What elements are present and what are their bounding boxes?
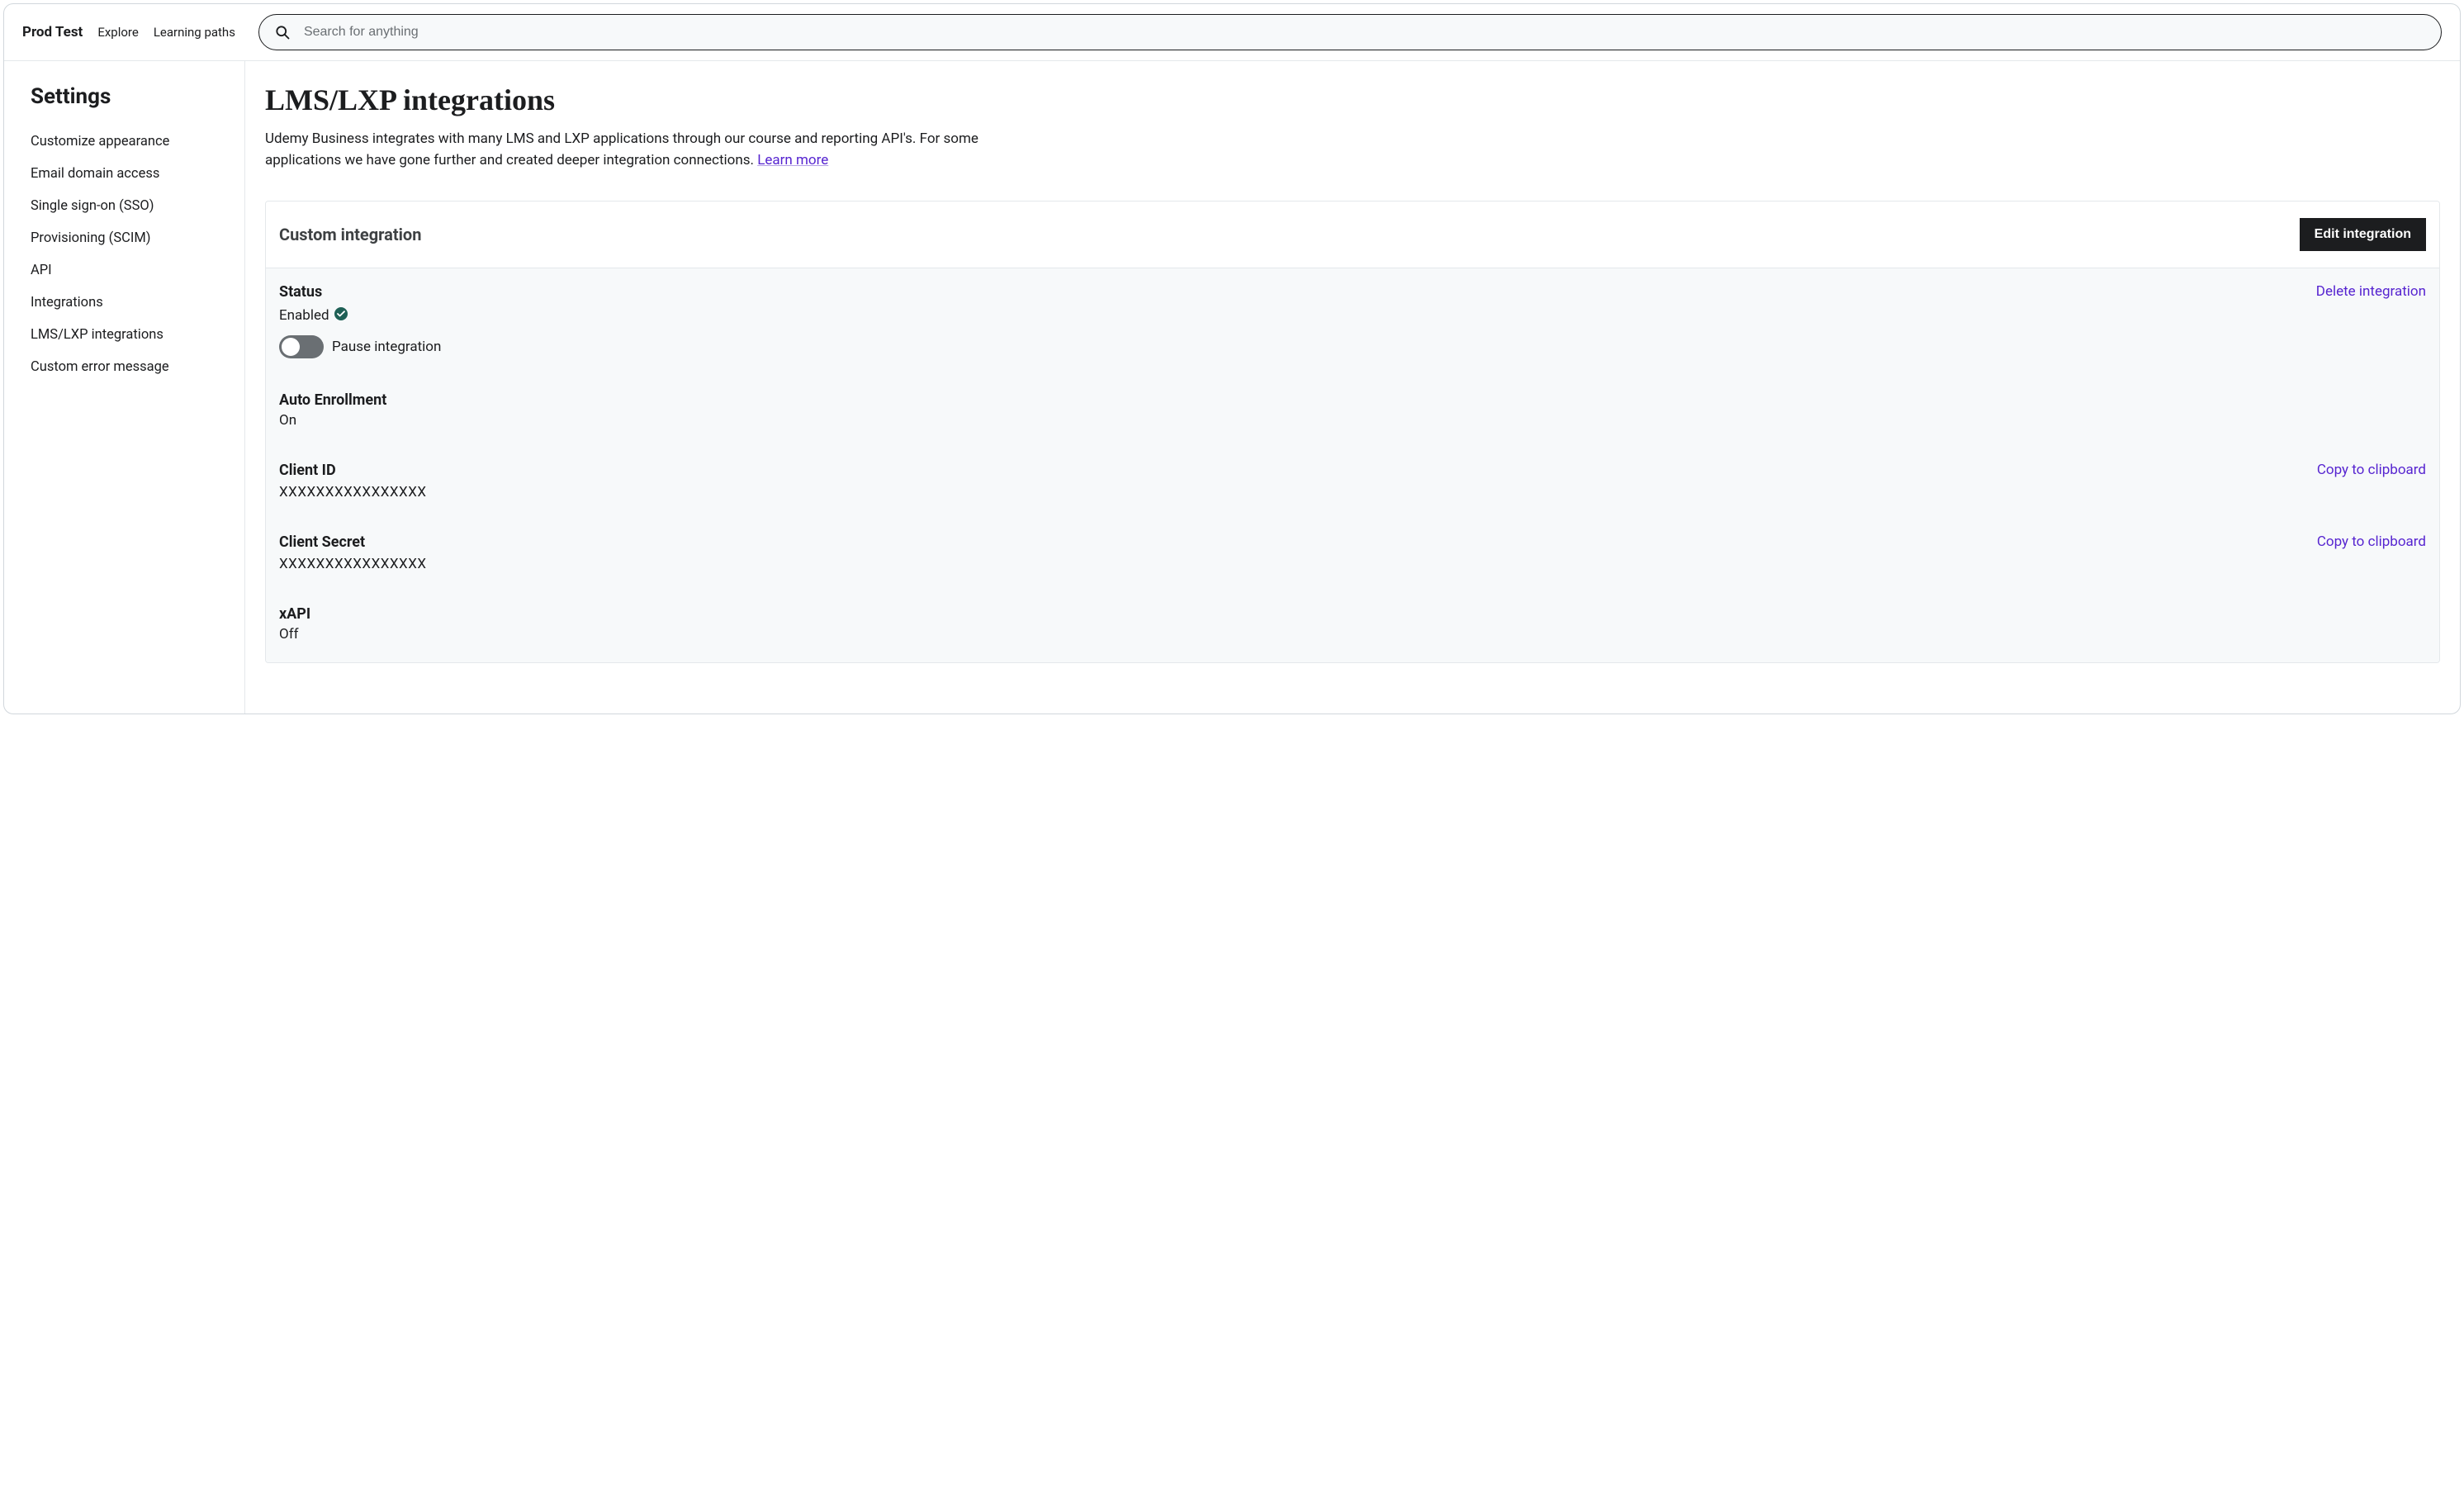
sidebar-item-custom-error-message[interactable]: Custom error message [4, 351, 244, 383]
sidebar-item-email-domain-access[interactable]: Email domain access [4, 158, 244, 190]
edit-integration-button[interactable]: Edit integration [2300, 218, 2426, 251]
page-title: LMS/LXP integrations [265, 83, 2440, 117]
pause-integration-toggle[interactable] [279, 335, 324, 358]
page-description: Udemy Business integrates with many LMS … [265, 129, 1041, 171]
xapi-section: xAPI Off [279, 605, 2426, 642]
auto-enrollment-label: Auto Enrollment [279, 391, 2426, 409]
delete-integration-link[interactable]: Delete integration [2316, 283, 2426, 300]
card-header: Custom integration Edit integration [266, 202, 2439, 268]
sidebar-title: Settings [4, 84, 244, 126]
client-id-section: Client ID XXXXXXXXXXXXXXXX Copy to clipb… [279, 462, 2426, 500]
search-bar[interactable] [258, 14, 2442, 50]
brand[interactable]: Prod Test [22, 24, 83, 40]
xapi-value: Off [279, 626, 2426, 642]
client-secret-value: XXXXXXXXXXXXXXXX [279, 556, 427, 572]
sidebar-item-customize-appearance[interactable]: Customize appearance [4, 126, 244, 158]
sidebar-item-sso[interactable]: Single sign-on (SSO) [4, 190, 244, 222]
check-circle-icon [334, 307, 348, 320]
integration-card: Custom integration Edit integration Stat… [265, 201, 2440, 663]
card-body: Status Enabled [266, 268, 2439, 662]
client-secret-label: Client Secret [279, 533, 427, 551]
card-title: Custom integration [279, 225, 421, 244]
app-frame: Prod Test Explore Learning paths Setting… [3, 3, 2461, 714]
client-secret-section: Client Secret XXXXXXXXXXXXXXXX Copy to c… [279, 533, 2426, 572]
client-id-label: Client ID [279, 462, 427, 479]
search-input[interactable] [304, 25, 2426, 40]
toggle-knob [282, 338, 300, 356]
nav-explore[interactable]: Explore [97, 25, 139, 40]
status-value: Enabled [279, 307, 329, 324]
sidebar-item-lms-lxp-integrations[interactable]: LMS/LXP integrations [4, 319, 244, 351]
nav-learning-paths[interactable]: Learning paths [154, 25, 235, 40]
status-label: Status [279, 283, 441, 301]
sidebar-item-integrations[interactable]: Integrations [4, 287, 244, 319]
client-id-value: XXXXXXXXXXXXXXXX [279, 484, 427, 500]
sidebar-item-api[interactable]: API [4, 254, 244, 287]
search-icon [274, 24, 291, 40]
learn-more-link[interactable]: Learn more [757, 152, 828, 168]
copy-client-secret-link[interactable]: Copy to clipboard [2317, 533, 2426, 550]
sidebar-item-provisioning-scim[interactable]: Provisioning (SCIM) [4, 222, 244, 254]
status-section: Status Enabled [279, 283, 2426, 358]
body-wrap: Settings Customize appearance Email doma… [4, 61, 2460, 714]
pause-integration-label: Pause integration [332, 339, 441, 355]
header: Prod Test Explore Learning paths [4, 4, 2460, 61]
auto-enrollment-section: Auto Enrollment On [279, 391, 2426, 429]
main-content: LMS/LXP integrations Udemy Business inte… [245, 61, 2460, 714]
page-description-text: Udemy Business integrates with many LMS … [265, 130, 978, 168]
search-wrap [258, 14, 2442, 50]
sidebar: Settings Customize appearance Email doma… [4, 61, 245, 714]
copy-client-id-link[interactable]: Copy to clipboard [2317, 462, 2426, 478]
xapi-label: xAPI [279, 605, 2426, 623]
auto-enrollment-value: On [279, 412, 2426, 429]
